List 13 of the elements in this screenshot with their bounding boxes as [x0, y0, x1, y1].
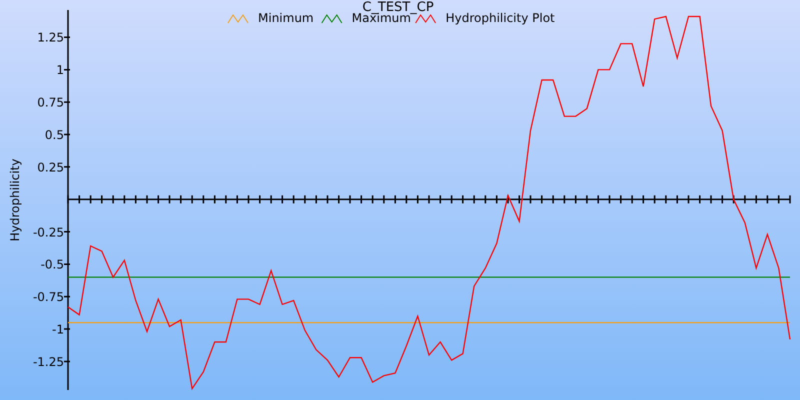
y-tick-label: 0.25: [37, 160, 64, 174]
y-tick-label: -0.75: [32, 290, 64, 304]
legend-label: Hydrophilicity Plot: [446, 11, 555, 25]
y-tick-label: 1.25: [37, 30, 64, 45]
y-tick-label: 1: [56, 63, 64, 78]
y-axis-label: Hydrophilicity: [8, 158, 22, 242]
y-tick-label: 0.75: [37, 96, 64, 110]
y-tick-label: 0.5: [44, 128, 64, 142]
y-tick-label: -1.25: [32, 354, 64, 369]
y-tick-label: -0.5: [40, 258, 64, 272]
y-tick-label: -0.25: [32, 225, 64, 240]
y-tick-label: -1: [52, 322, 64, 337]
legend-label: Minimum: [258, 11, 314, 25]
